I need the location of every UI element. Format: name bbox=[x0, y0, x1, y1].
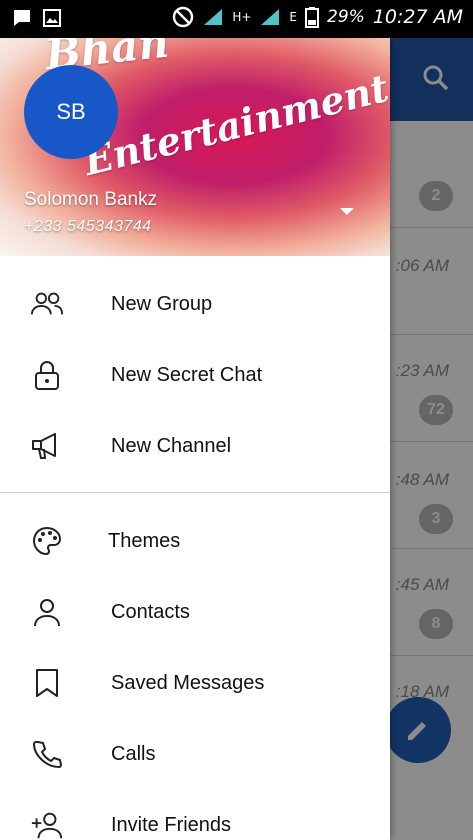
battery-percent: 29% bbox=[327, 7, 365, 27]
menu-item-contacts[interactable]: Contacts bbox=[0, 582, 390, 642]
user-name: Solomon Bankz bbox=[24, 189, 158, 210]
menu-label: Saved Messages bbox=[111, 671, 265, 694]
menu-divider bbox=[0, 492, 390, 493]
network-type-e: E bbox=[289, 10, 298, 24]
menu-item-new-group[interactable]: New Group bbox=[0, 274, 390, 334]
lock-icon bbox=[30, 358, 64, 392]
menu-item-themes[interactable]: Themes bbox=[0, 511, 390, 571]
bookmark-icon bbox=[30, 666, 64, 700]
menu-item-saved-messages[interactable]: Saved Messages bbox=[0, 653, 390, 713]
menu-label: New Secret Chat bbox=[111, 363, 263, 386]
menu-label: New Channel bbox=[111, 434, 232, 457]
cover-text-main: Entertainment bbox=[79, 64, 390, 185]
do-not-disturb-icon bbox=[173, 6, 194, 28]
menu-item-new-secret-chat[interactable]: New Secret Chat bbox=[0, 345, 390, 405]
menu-label: Invite Friends bbox=[111, 813, 232, 836]
account-switch-chevron-icon[interactable] bbox=[340, 208, 354, 215]
chat-notification-icon bbox=[14, 10, 30, 26]
user-phone: +233 545343744 bbox=[24, 218, 152, 235]
navigation-drawer: Bhan Entertainment SB Solomon Bankz +233… bbox=[0, 38, 390, 840]
menu-label: Contacts bbox=[111, 600, 190, 623]
person-icon bbox=[30, 595, 64, 629]
battery-icon bbox=[305, 7, 320, 28]
menu-item-calls[interactable]: Calls bbox=[0, 724, 390, 784]
menu-item-new-channel[interactable]: New Channel bbox=[0, 416, 390, 476]
menu-label: Themes bbox=[108, 529, 181, 552]
avatar[interactable]: SB bbox=[24, 65, 118, 159]
palette-icon bbox=[30, 524, 64, 558]
drawer-header: Bhan Entertainment SB Solomon Bankz +233… bbox=[0, 38, 390, 256]
group-icon bbox=[30, 287, 64, 321]
phone-icon bbox=[30, 737, 64, 771]
signal-icon-2 bbox=[261, 9, 280, 25]
menu-label: New Group bbox=[111, 292, 213, 315]
signal-icon bbox=[204, 9, 223, 25]
add-person-icon bbox=[30, 808, 64, 840]
megaphone-icon bbox=[30, 429, 64, 463]
menu-item-invite-friends[interactable]: Invite Friends bbox=[0, 795, 390, 840]
image-notification-icon bbox=[43, 9, 61, 27]
clock: 10:27 AM bbox=[372, 6, 463, 28]
menu-label: Calls bbox=[111, 742, 156, 765]
avatar-initials: SB bbox=[56, 99, 86, 124]
status-bar: H+ E 29% 10:27 AM bbox=[0, 0, 473, 38]
network-type-h: H+ bbox=[232, 10, 252, 24]
